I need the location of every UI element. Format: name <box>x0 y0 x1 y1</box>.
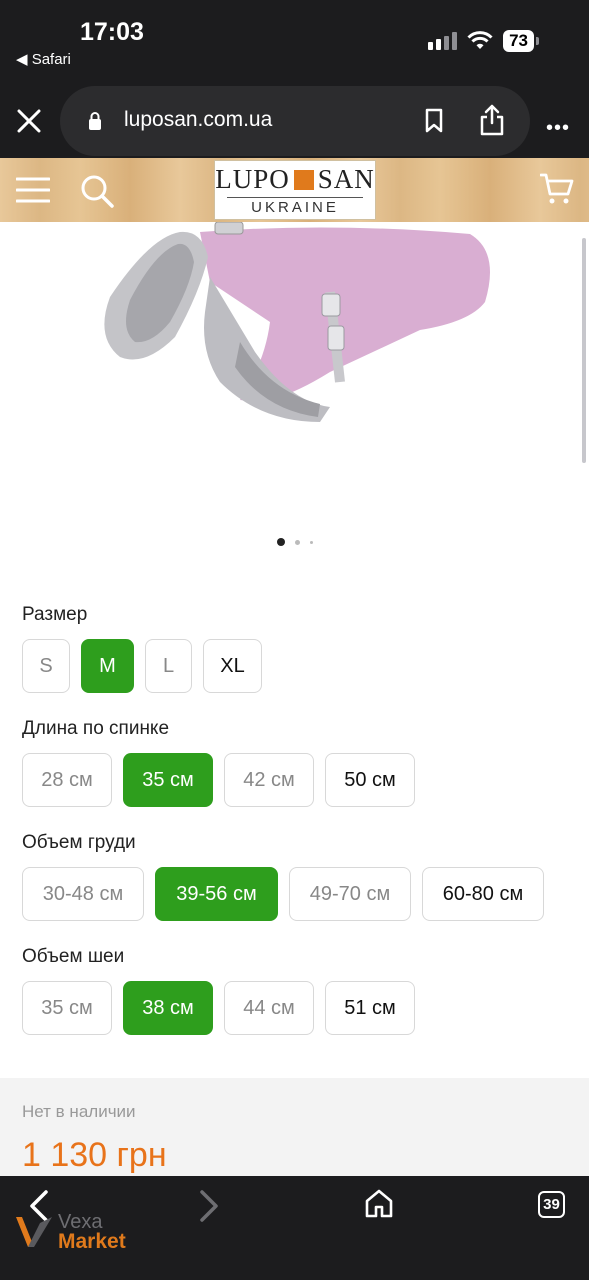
size-option-s[interactable]: S <box>22 639 70 693</box>
forward-icon[interactable] <box>198 1190 220 1222</box>
logo-text-right: SAN <box>317 164 375 194</box>
chest-option[interactable]: 49-70 см <box>289 867 411 921</box>
size-option-xl[interactable]: XL <box>203 639 262 693</box>
product-image[interactable] <box>90 222 500 432</box>
price: 1 130 грн <box>22 1136 167 1174</box>
battery-level: 73 <box>503 30 534 52</box>
neck-option[interactable]: 35 см <box>22 981 112 1035</box>
back-length-option[interactable]: 42 см <box>224 753 314 807</box>
gallery-dot[interactable] <box>309 540 313 544</box>
neck-option[interactable]: 51 см <box>325 981 415 1035</box>
size-label: Размер <box>22 604 88 625</box>
neck-option[interactable]: 44 см <box>224 981 314 1035</box>
watermark-text-vexa: Vexa <box>58 1211 103 1233</box>
back-to-app-link[interactable]: ◀ Safari <box>16 50 71 68</box>
chest-option-selected[interactable]: 39-56 см <box>155 867 278 921</box>
back-length-options: 28 см 35 см 42 см 50 см <box>22 753 415 807</box>
gallery-dot-active[interactable] <box>276 538 285 546</box>
cart-icon[interactable] <box>540 172 574 206</box>
share-icon[interactable] <box>479 104 505 136</box>
site-logo[interactable]: LUPO SAN UKRAINE <box>214 160 376 220</box>
neck-label: Объем шеи <box>22 946 125 967</box>
logo-text-left: LUPO <box>215 164 290 194</box>
logo-square-icon <box>293 169 314 190</box>
scrollbar[interactable] <box>582 238 586 463</box>
status-time: 17:03 <box>80 18 144 46</box>
size-options: S M L XL <box>22 639 262 693</box>
tabs-count[interactable]: 39 <box>538 1191 565 1218</box>
menu-icon[interactable] <box>16 176 50 204</box>
home-icon[interactable] <box>364 1188 394 1218</box>
chest-label: Объем груди <box>22 832 136 853</box>
status-bar: 17:03 ◀ Safari 73 <box>0 0 589 84</box>
neck-options: 35 см 38 см 44 см 51 см <box>22 981 415 1035</box>
chest-options: 30-48 см 39-56 см 49-70 см 60-80 см <box>22 867 544 921</box>
size-option-l[interactable]: L <box>145 639 192 693</box>
more-icon[interactable]: ••• <box>546 117 570 140</box>
availability-status: Нет в наличии <box>22 1102 136 1121</box>
wifi-icon <box>467 31 493 49</box>
watermark-v-icon <box>16 1217 52 1247</box>
close-icon[interactable] <box>16 108 42 134</box>
chest-option[interactable]: 60-80 см <box>422 867 544 921</box>
gallery-dot[interactable] <box>294 539 300 545</box>
watermark-text-market: Market <box>58 1230 126 1253</box>
logo-subtitle: UKRAINE <box>227 197 363 216</box>
lock-icon <box>89 112 101 130</box>
back-length-option[interactable]: 50 см <box>325 753 415 807</box>
neck-option-selected[interactable]: 38 см <box>123 981 213 1035</box>
bookmark-icon[interactable] <box>424 108 444 134</box>
signal-icon <box>428 32 458 50</box>
back-length-label: Длина по спинке <box>22 718 170 739</box>
watermark-logo: Vexa Market <box>14 1212 126 1252</box>
battery-icon <box>536 37 539 45</box>
url-text[interactable]: luposan.com.ua <box>124 108 272 132</box>
gallery-pagination[interactable] <box>0 538 589 546</box>
chest-option[interactable]: 30-48 см <box>22 867 144 921</box>
back-length-option[interactable]: 28 см <box>22 753 112 807</box>
size-option-m[interactable]: M <box>81 639 134 693</box>
search-icon[interactable] <box>80 174 114 208</box>
back-length-option-selected[interactable]: 35 см <box>123 753 213 807</box>
